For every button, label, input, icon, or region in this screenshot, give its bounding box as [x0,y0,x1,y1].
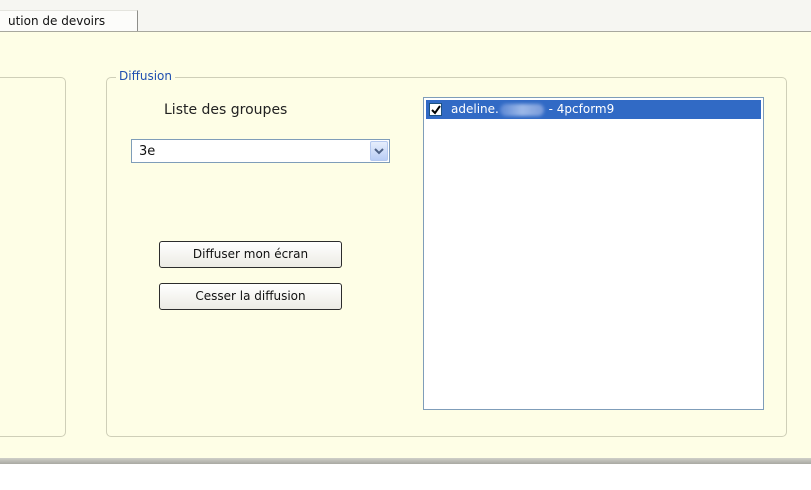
stop-broadcast-button[interactable]: Cesser la diffusion [159,283,342,310]
group-select[interactable]: 3e [131,139,390,163]
student-label: adeline. - 4pcform9 [451,100,614,119]
students-listbox[interactable]: adeline. - 4pcform9 [423,97,764,410]
tab-strip: ution de devoirs [0,0,811,32]
list-item[interactable]: adeline. - 4pcform9 [426,100,761,119]
dropdown-button[interactable] [370,141,388,161]
student-name-start: adeline. [451,102,499,116]
start-broadcast-button[interactable]: Diffuser mon écran [159,241,342,268]
chevron-down-icon [374,148,384,155]
tab-distribution-de-devoirs[interactable]: ution de devoirs [0,10,138,31]
footer-area [0,464,811,490]
redacted-name-blur [499,103,544,116]
tab-label: ution de devoirs [8,14,106,28]
checkmark-icon [431,105,441,115]
student-checkbox[interactable] [429,103,442,116]
groups-list-title: Liste des groupes [164,102,288,118]
group-select-value: 3e [139,144,156,159]
student-name-end: - 4pcform9 [544,102,615,116]
left-groupbox [0,77,66,437]
diffusion-legend: Diffusion [116,69,175,83]
